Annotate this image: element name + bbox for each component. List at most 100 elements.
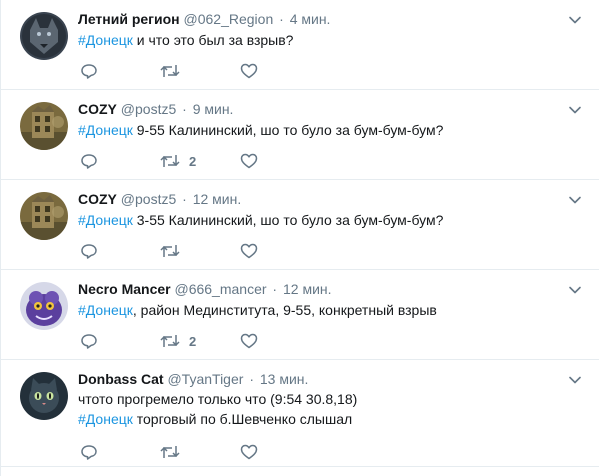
retweet-button[interactable] — [160, 241, 189, 261]
tweet-header: COZY @postz5 · 9 мин. — [78, 100, 233, 118]
tweet-text-body: и что это был за взрыв? — [132, 32, 294, 48]
chevron-down-icon[interactable] — [568, 283, 582, 297]
retweet-button[interactable] — [160, 442, 189, 462]
retweet-icon — [160, 155, 180, 167]
like-icon — [240, 333, 258, 349]
display-name[interactable]: Necro Mancer — [78, 281, 171, 297]
retweet-icon — [160, 245, 180, 257]
tweet-actions — [80, 442, 380, 462]
timestamp[interactable]: 12 мин. — [193, 191, 242, 207]
like-button[interactable] — [240, 331, 258, 351]
display-name[interactable]: COZY — [78, 191, 117, 207]
like-button[interactable] — [240, 241, 258, 261]
tweet-text-body: торговый по б.Шевченко слышал — [132, 411, 353, 427]
tweet[interactable]: COZY @postz5 · 12 мин. #Донецк 3-55 Кали… — [1, 180, 599, 270]
retweet-count: 2 — [189, 153, 197, 169]
separator-dot: · — [182, 101, 187, 117]
chevron-down-icon[interactable] — [568, 193, 582, 207]
tweet-feed: Летний регион @062_Region · 4 мин. #Доне… — [0, 0, 599, 476]
tweet-text: #Донецк 3-55 Калининский, шо то було за … — [78, 210, 580, 230]
tweet-header: Donbass Cat @TyanTiger · 13 мин. — [78, 370, 308, 388]
tweet-text: чтото прогремело только что (9:54 30.8,1… — [78, 389, 580, 409]
user-handle[interactable]: @postz5 — [121, 101, 176, 117]
timestamp[interactable]: 12 мин. — [283, 281, 332, 297]
display-name[interactable]: COZY — [78, 101, 117, 117]
separator-dot: · — [249, 371, 254, 387]
tweet[interactable]: Donbass Cat @TyanTiger · 13 мин. чтото п… — [1, 360, 599, 467]
tweet-text: #Донецк, район Мединститута, 9-55, конкр… — [78, 300, 580, 320]
display-name[interactable]: Летний регион — [78, 11, 180, 27]
retweet-icon — [160, 335, 180, 347]
hashtag-link[interactable]: #Донецк — [78, 122, 133, 138]
hashtag-link[interactable]: #Донецк — [78, 411, 133, 427]
chevron-down-icon[interactable] — [568, 103, 582, 117]
like-button[interactable] — [240, 61, 258, 81]
tweet-text: #Донецк 9-55 Калининский, шо то було за … — [78, 120, 580, 140]
reply-button[interactable] — [80, 331, 98, 351]
tweet-header: Летний регион @062_Region · 4 мин. — [78, 10, 330, 28]
ruined-building-avatar-image — [20, 192, 68, 240]
reply-icon — [81, 445, 97, 460]
like-icon — [240, 63, 258, 79]
timestamp[interactable]: 4 мин. — [290, 11, 331, 27]
like-icon — [240, 153, 258, 169]
tweet-actions: 2 — [80, 331, 380, 351]
user-handle[interactable]: @062_Region — [184, 11, 274, 27]
like-icon — [240, 444, 258, 460]
tweet-text-line-2: #Донецк торговый по б.Шевченко слышал — [78, 409, 580, 429]
tweet-actions: 2 — [80, 151, 380, 171]
tweet-text-body: 3-55 Калининский, шо то було за бум-бум-… — [132, 212, 444, 228]
reply-icon — [81, 64, 97, 79]
reply-button[interactable] — [80, 241, 98, 261]
like-button[interactable] — [240, 442, 258, 462]
chevron-down-icon[interactable] — [568, 373, 582, 387]
reply-button[interactable] — [80, 61, 98, 81]
timestamp[interactable]: 13 мин. — [260, 371, 309, 387]
display-name[interactable]: Donbass Cat — [78, 371, 164, 387]
retweet-button[interactable] — [160, 61, 189, 81]
reply-icon — [81, 334, 97, 349]
hashtag-link[interactable]: #Донецк — [78, 302, 133, 318]
purple-monster-avatar-image — [20, 282, 68, 330]
reply-button[interactable] — [80, 151, 98, 171]
tweet-actions — [80, 241, 380, 261]
hashtag-link[interactable]: #Донецк — [78, 212, 133, 228]
user-handle[interactable]: @666_mancer — [174, 281, 266, 297]
tweet[interactable]: COZY @postz5 · 9 мин. #Донецк 9-55 Калин… — [1, 90, 599, 180]
hashtag-link[interactable]: #Донецк — [78, 32, 133, 48]
separator-dot: · — [279, 11, 284, 27]
retweet-count: 2 — [189, 333, 197, 349]
tweet-text: #Донецк и что это был за взрыв? — [78, 30, 580, 50]
user-handle[interactable]: @TyanTiger — [167, 371, 243, 387]
tweet-actions — [80, 61, 380, 81]
avatar[interactable] — [20, 12, 68, 60]
retweet-icon — [160, 446, 180, 458]
tweet-text-body: чтото прогремело только что (9:54 30.8,1… — [78, 391, 358, 407]
like-icon — [240, 243, 258, 259]
cat-avatar-image — [20, 372, 68, 420]
tweet-header: COZY @postz5 · 12 мин. — [78, 190, 241, 208]
reply-icon — [81, 244, 97, 259]
ruined-building-avatar-image — [20, 102, 68, 150]
tweet-header: Necro Mancer @666_mancer · 12 мин. — [78, 280, 332, 298]
tweet-text-body: , район Мединститута, 9-55, конкретный в… — [132, 302, 437, 318]
avatar[interactable] — [20, 192, 68, 240]
timestamp[interactable]: 9 мин. — [193, 101, 234, 117]
retweet-button[interactable]: 2 — [160, 151, 196, 171]
reply-icon — [81, 154, 97, 169]
tweet[interactable]: Летний регион @062_Region · 4 мин. #Доне… — [1, 0, 599, 90]
retweet-button[interactable]: 2 — [160, 331, 196, 351]
avatar[interactable] — [20, 282, 68, 330]
user-handle[interactable]: @postz5 — [121, 191, 176, 207]
chevron-down-icon[interactable] — [568, 13, 582, 27]
dark-wolf-avatar-image — [20, 12, 68, 60]
like-button[interactable] — [240, 151, 258, 171]
retweet-icon — [160, 65, 180, 77]
reply-button[interactable] — [80, 442, 98, 462]
separator-dot: · — [182, 191, 187, 207]
avatar[interactable] — [20, 102, 68, 150]
avatar[interactable] — [20, 372, 68, 420]
tweet-text-body: 9-55 Калининский, шо то було за бум-бум-… — [132, 122, 444, 138]
tweet[interactable]: Necro Mancer @666_mancer · 12 мин. #Доне… — [1, 270, 599, 360]
separator-dot: · — [272, 281, 278, 297]
